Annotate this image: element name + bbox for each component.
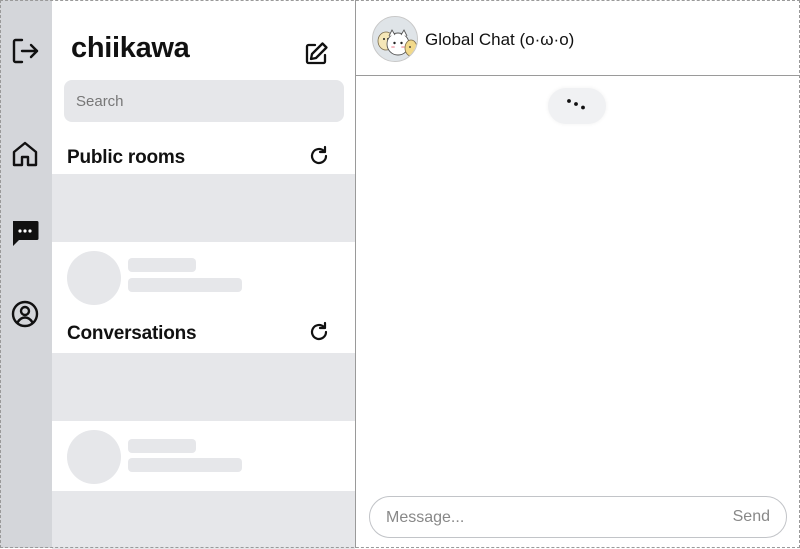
refresh-conversations-icon[interactable]: [308, 321, 330, 343]
message-composer: Send: [369, 496, 787, 539]
send-button[interactable]: Send: [733, 497, 770, 537]
home-icon[interactable]: [10, 139, 40, 169]
message-input[interactable]: [384, 497, 708, 539]
refresh-public-rooms-icon[interactable]: [308, 145, 330, 167]
conversation-skeleton-placeholder: [52, 353, 355, 421]
chat-header: Global Chat (o·ω·o): [356, 0, 800, 76]
conversation-skeleton-placeholder: [52, 491, 355, 549]
skeleton-avatar: [67, 430, 121, 484]
search-input[interactable]: [64, 80, 344, 122]
room-skeleton-placeholder: [52, 174, 355, 242]
logout-icon[interactable]: [10, 36, 40, 66]
skeleton-line: [128, 439, 196, 453]
chat-panel: Global Chat (o·ω·o) Send: [356, 0, 800, 548]
skeleton-avatar: [67, 251, 121, 305]
room-skeleton-row: [52, 242, 355, 312]
skeleton-line: [128, 458, 242, 472]
room-avatar[interactable]: [372, 16, 418, 62]
public-rooms-heading: Public rooms: [67, 147, 185, 168]
room-name: Global Chat (o·ω·o): [425, 30, 575, 49]
typing-indicator: [548, 88, 606, 124]
sidebar: chiikawa Public rooms Conversations: [52, 0, 356, 549]
skeleton-line: [128, 258, 196, 272]
conversations-heading: Conversations: [67, 323, 197, 344]
chat-icon[interactable]: [10, 218, 40, 248]
compose-icon[interactable]: [302, 40, 330, 68]
conversation-skeleton-row: [52, 421, 355, 491]
profile-icon[interactable]: [10, 299, 40, 329]
username-title: chiikawa: [71, 32, 190, 64]
nav-rail: [0, 0, 53, 548]
skeleton-line: [128, 278, 242, 292]
